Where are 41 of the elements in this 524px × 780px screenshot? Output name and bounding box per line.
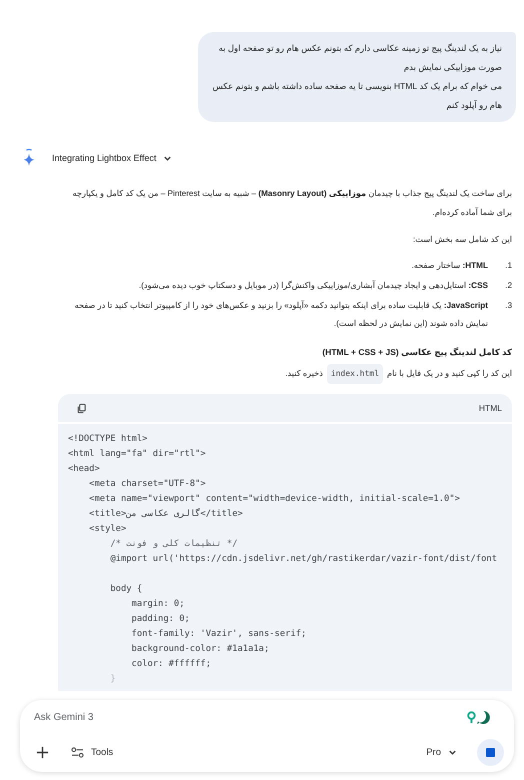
chevron-icon — [163, 154, 172, 162]
code-line: font-family: 'Vazir', sans-serif; — [130, 628, 308, 641]
stop-button[interactable] — [477, 739, 504, 766]
list-number: 1. — [504, 260, 512, 272]
code-line: color: #ffffff; — [130, 658, 212, 671]
response-paragraph: این کد شامل سه بخش است: — [412, 234, 512, 246]
sparkle-icon — [22, 148, 36, 168]
code-line: /* تنظیمات کلی و فونت */ — [109, 538, 238, 551]
code-language-label: HTML — [478, 403, 502, 413]
sliders-icon — [71, 747, 84, 758]
prompt-input[interactable]: Ask Gemini 3 — [34, 712, 456, 723]
user-message-text: می خوام که برام یک کد HTML بنویسی تا یه صفحه ساده داشته باشم و بتونم عکس هام رو آپلود کنم — [212, 80, 502, 112]
code-line: margin: 0; — [130, 598, 186, 611]
tools-button[interactable]: Tools — [69, 745, 116, 760]
list-number: 2. — [504, 280, 512, 292]
chevron-icon — [448, 748, 457, 757]
add-button[interactable] — [34, 744, 51, 761]
code-line: background-color: #1a1a1a; — [130, 643, 270, 656]
instruction-text: این کد را کپی کنید و در یک فایل با نام — [387, 368, 512, 380]
code-line: <meta name="viewport" content="width=device-width, initial-scale=1.0"> — [88, 493, 461, 506]
response-paragraph: برای ساخت یک لندینگ پیج جذاب با چیدمان موزاییکی (Masonry Layout) – شبیه به سایت Pinterest – من یک کد کامل و یکپارچه برای شما آماده کرده‌ام. — [72, 188, 512, 219]
code-line: <head> — [68, 463, 101, 476]
instruction-text: ذخیره کنید. — [285, 368, 323, 380]
code-line: <style> — [88, 523, 128, 536]
list-number: 3. — [504, 300, 512, 312]
code-line: <html lang="fa" dir="rtl"> — [68, 448, 207, 461]
thinking-toggle[interactable]: Integrating Lightbox Effect — [50, 151, 174, 165]
stop-icon — [486, 748, 495, 757]
model-selector[interactable]: Pro — [424, 745, 459, 760]
code-line: padding: 0; — [130, 613, 191, 626]
copy-icon[interactable] — [76, 402, 87, 414]
code-line: <title>گالری عکاسی من</title> — [88, 507, 244, 521]
filename-code: index.html — [326, 364, 384, 384]
code-line: <!DOCTYPE html> — [68, 433, 148, 446]
code-line: body { — [109, 583, 144, 596]
code-line: <meta charset="UTF-8"> — [88, 478, 207, 491]
user-message-text: نیاز به یک لندینگ پیج تو زمینه عکاسی دارم که بتونم عکس هام رو تو صفحه اول به صورت موزاییکی نمایش بدم — [218, 42, 502, 74]
plus-icon — [36, 746, 49, 759]
section-heading: کد کامل لندینگ پیج عکاسی (HTML + CSS + JS) — [321, 346, 512, 360]
code-line: @import url('https://cdn.jsdelivr.net/gh/rastikerdar/vazir-font/dist/font — [109, 553, 498, 566]
code-line: } — [109, 673, 117, 686]
